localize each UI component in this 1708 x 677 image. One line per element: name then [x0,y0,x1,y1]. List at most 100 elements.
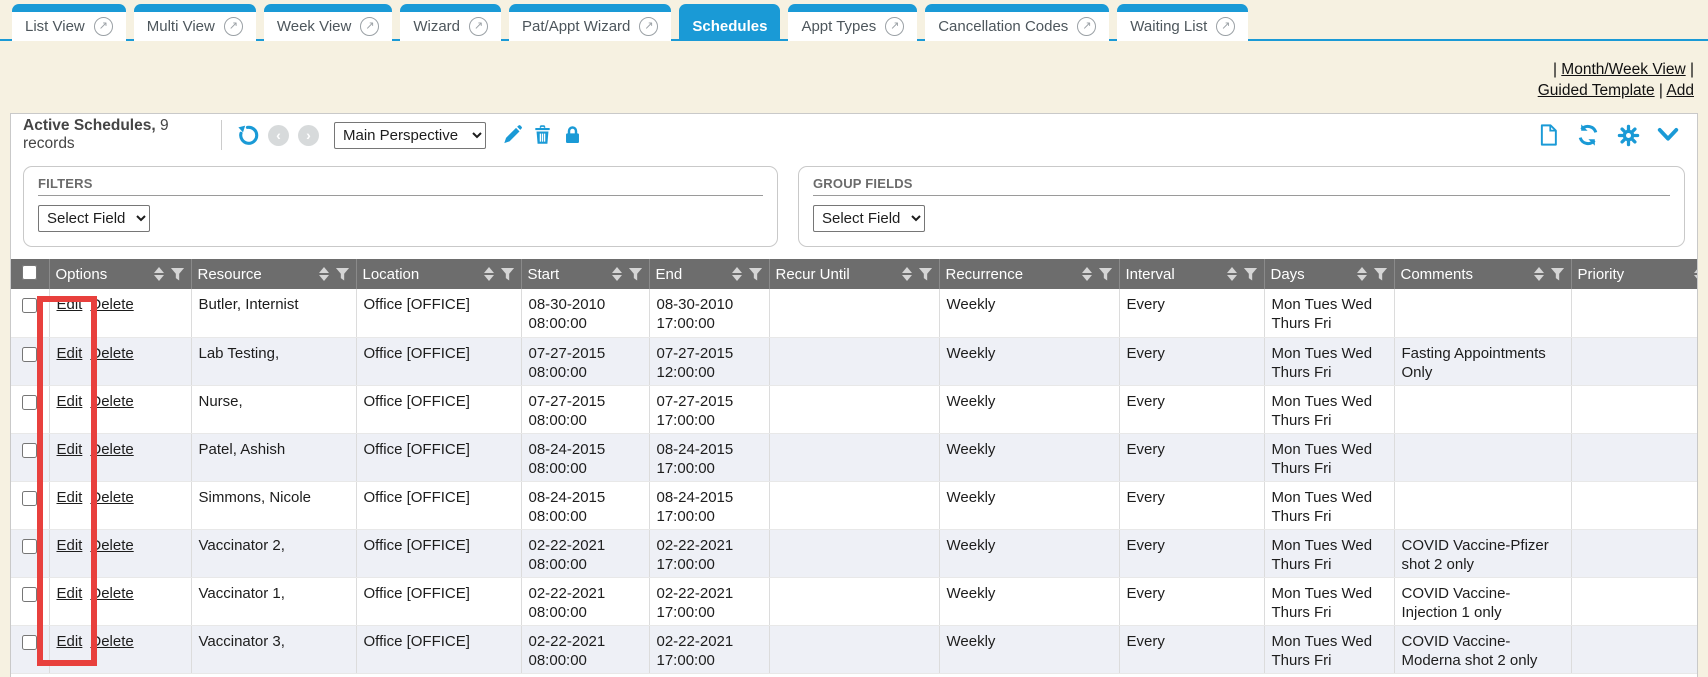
row-checkbox[interactable] [22,491,37,506]
popout-icon[interactable]: ↗ [469,17,488,36]
row-checkbox[interactable] [22,347,37,362]
priority-cell [1571,577,1698,625]
group-fields-select-field[interactable]: Select Field [813,205,925,232]
filter-funnel-icon[interactable] [1244,268,1258,281]
sort-icon[interactable] [1694,267,1699,281]
column-header-recurrence[interactable]: Recurrence [939,259,1119,289]
column-header-interval[interactable]: Interval [1119,259,1264,289]
perspective-select[interactable]: Main Perspective [334,122,486,149]
tab-schedules[interactable]: Schedules [679,4,780,41]
popout-icon[interactable]: ↗ [94,17,113,36]
column-header-end[interactable]: End [649,259,769,289]
popout-icon[interactable]: ↗ [360,17,379,36]
filter-funnel-icon[interactable] [1374,268,1388,281]
undo-icon[interactable] [235,123,259,147]
table-row: EditDelete Nurse, Office [OFFICE] 07-27-… [11,385,1698,433]
sort-icon[interactable] [612,267,622,281]
sort-icon[interactable] [732,267,742,281]
filter-funnel-icon[interactable] [919,268,933,281]
edit-link[interactable]: Edit [57,296,83,313]
column-header-comments[interactable]: Comments [1394,259,1571,289]
popout-icon[interactable]: ↗ [1077,17,1096,36]
delete-link[interactable]: Delete [90,537,133,554]
popout-icon[interactable]: ↗ [224,17,243,36]
tab-appt-types[interactable]: Appt Types↗ [788,4,917,41]
edit-link[interactable]: Edit [57,345,83,362]
row-checkbox[interactable] [22,443,37,458]
delete-link[interactable]: Delete [90,345,133,362]
edit-link[interactable]: Edit [57,585,83,602]
filter-funnel-icon[interactable] [336,268,350,281]
tab-week-view[interactable]: Week View↗ [264,4,392,41]
column-header-start[interactable]: Start [521,259,649,289]
tab-waiting-list[interactable]: Waiting List↗ [1117,4,1248,41]
sort-icon[interactable] [902,267,912,281]
column-header-days[interactable]: Days [1264,259,1394,289]
collapse-chevron-icon[interactable] [1657,127,1679,143]
delete-link[interactable]: Delete [90,296,133,313]
tab-pat-appt-wizard[interactable]: Pat/Appt Wizard↗ [509,4,671,41]
refresh-icon[interactable] [1576,123,1600,147]
month-week-view-link[interactable]: Month/Week View [1561,61,1685,78]
sort-icon[interactable] [1534,267,1544,281]
column-header-location[interactable]: Location [356,259,521,289]
edit-link[interactable]: Edit [57,489,83,506]
sort-icon[interactable] [1227,267,1237,281]
row-checkbox[interactable] [22,298,37,313]
lock-perspective-icon[interactable] [562,124,583,146]
days-cell: Mon Tues Wed Thurs Fri [1264,577,1394,625]
add-link[interactable]: Add [1666,82,1694,99]
column-header-priority[interactable]: Priority [1571,259,1698,289]
filter-funnel-icon[interactable] [749,268,763,281]
filter-funnel-icon[interactable] [1551,268,1565,281]
popout-icon[interactable]: ↗ [1216,17,1235,36]
popout-icon[interactable]: ↗ [885,17,904,36]
edit-link[interactable]: Edit [57,537,83,554]
filter-funnel-icon[interactable] [1099,268,1113,281]
tab-cancellation-codes[interactable]: Cancellation Codes↗ [925,4,1109,41]
interval-cell: Every [1119,433,1264,481]
column-header-options[interactable]: Options [49,259,191,289]
tab-multi-view[interactable]: Multi View↗ [134,4,256,41]
sort-icon[interactable] [484,267,494,281]
filter-funnel-icon[interactable] [501,268,515,281]
sort-icon[interactable] [1357,267,1367,281]
delete-link[interactable]: Delete [90,441,133,458]
row-select-cell [11,625,49,673]
row-checkbox[interactable] [22,635,37,650]
filter-funnel-icon[interactable] [629,268,643,281]
previous-perspective-button[interactable]: ‹ [268,125,289,146]
edit-link[interactable]: Edit [57,633,83,650]
row-checkbox[interactable] [22,539,37,554]
guided-template-link[interactable]: Guided Template [1538,82,1655,99]
select-all-checkbox[interactable] [22,265,37,280]
sort-icon[interactable] [1082,267,1092,281]
new-document-icon[interactable] [1538,123,1559,147]
tab-list-view[interactable]: List View↗ [12,4,126,41]
delete-perspective-trash-icon[interactable] [532,124,553,146]
resource-cell: Patel, Ashish [191,433,356,481]
delete-link[interactable]: Delete [90,489,133,506]
row-checkbox[interactable] [22,395,37,410]
filters-select-field[interactable]: Select Field [38,205,150,232]
interval-cell: Every [1119,385,1264,433]
filter-funnel-icon[interactable] [171,268,185,281]
column-header-resource[interactable]: Resource [191,259,356,289]
panel-title-text: Active Schedules, [23,117,156,134]
tab-wizard[interactable]: Wizard↗ [400,4,501,41]
edit-link[interactable]: Edit [57,441,83,458]
delete-link[interactable]: Delete [90,585,133,602]
row-checkbox[interactable] [22,587,37,602]
edit-perspective-pencil-icon[interactable] [501,124,523,146]
column-header-recur-until[interactable]: Recur Until [769,259,939,289]
delete-link[interactable]: Delete [90,393,133,410]
column-label: Interval [1126,266,1175,283]
edit-link[interactable]: Edit [57,393,83,410]
delete-link[interactable]: Delete [90,633,133,650]
priority-cell [1571,481,1698,529]
next-perspective-button[interactable]: › [298,125,319,146]
sort-icon[interactable] [319,267,329,281]
sort-icon[interactable] [154,267,164,281]
popout-icon[interactable]: ↗ [639,17,658,36]
settings-gear-icon[interactable] [1617,124,1640,147]
